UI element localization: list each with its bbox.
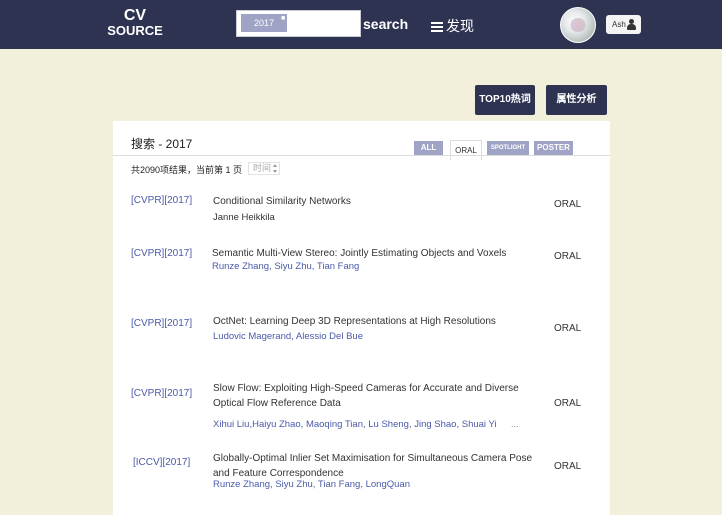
sort-value: 时间 <box>253 163 272 173</box>
search-button[interactable]: search <box>363 16 408 32</box>
user-name: Ash <box>612 20 626 29</box>
logo-line-2: SOURCE <box>107 23 163 38</box>
paper-authors[interactable]: Runze Zhang, Siyu Zhu, Tian Fang, LongQu… <box>213 479 410 490</box>
user-icon <box>627 19 636 30</box>
paper-title[interactable]: Globally-Optimal Inlier Set Maximisation… <box>213 451 538 481</box>
search-input[interactable] <box>293 15 357 33</box>
paper-authors[interactable]: Runze Zhang, Siyu Zhu, Tian Fang <box>212 261 359 272</box>
paper-type: ORAL <box>554 461 582 472</box>
top10-keywords-button[interactable]: TOP10热词 <box>475 85 535 115</box>
filter-spotlight-tab[interactable]: SPOTLIGHT <box>487 141 529 155</box>
top-navbar: CV SOURCE 2017 ■ search 发现 Ash <box>0 0 722 49</box>
venue-link[interactable]: [ICCV][2017] <box>133 457 190 468</box>
paper-type: ORAL <box>554 199 582 210</box>
filter-oral-tab[interactable]: ORAL <box>450 140 482 160</box>
paper-title[interactable]: OctNet: Learning Deep 3D Representations… <box>213 314 553 329</box>
divider <box>113 155 610 156</box>
page-title: 搜索 - 2017 <box>131 137 193 151</box>
venue-link[interactable]: [CVPR][2017] <box>131 388 192 399</box>
result-count: 共2090项结果，当前第 1 页 <box>131 165 243 175</box>
attribute-analysis-button[interactable]: 属性分析 <box>546 85 607 115</box>
venue-link[interactable]: [CVPR][2017] <box>131 248 192 259</box>
remove-tag-icon[interactable]: ■ <box>281 15 285 22</box>
paper-authors: Janne Heikkila <box>213 212 275 223</box>
paper-authors[interactable]: Xihui Liu,Haiyu Zhao, Maoqing Tian, Lu S… <box>213 419 497 430</box>
venue-link[interactable]: [CVPR][2017] <box>131 195 192 206</box>
paper-title[interactable]: Slow Flow: Exploiting High-Speed Cameras… <box>213 381 523 411</box>
discover-label: 发现 <box>446 18 474 34</box>
paper-title[interactable]: Semantic Multi-View Stereo: Jointly Esti… <box>212 246 552 261</box>
filter-all-tab[interactable]: ALL <box>414 141 443 155</box>
discover-menu[interactable]: 发现 <box>431 16 474 36</box>
avatar[interactable] <box>560 7 596 43</box>
venue-link[interactable]: [CVPR][2017] <box>131 318 192 329</box>
sort-select[interactable]: 时间 <box>248 162 280 175</box>
user-menu-button[interactable]: Ash <box>606 15 641 34</box>
filter-poster-tab[interactable]: POSTER <box>534 141 573 155</box>
results-panel: 搜索 - 2017 ALL ORAL SPOTLIGHT POSTER 共209… <box>113 121 610 515</box>
paper-type: ORAL <box>554 251 582 262</box>
paper-authors[interactable]: Ludovic Magerand, Alessio Del Bue <box>213 331 363 342</box>
paper-title[interactable]: Conditional Similarity Networks <box>213 194 543 209</box>
paper-type: ORAL <box>554 323 582 334</box>
paper-type: ORAL <box>554 398 582 409</box>
search-box[interactable]: 2017 ■ <box>236 10 361 37</box>
logo-line-1: CV <box>123 7 147 24</box>
more-authors-ellipsis[interactable]: ... <box>511 419 519 429</box>
cv-source-logo[interactable]: CV SOURCE <box>104 7 166 39</box>
hamburger-menu-icon <box>431 22 443 32</box>
